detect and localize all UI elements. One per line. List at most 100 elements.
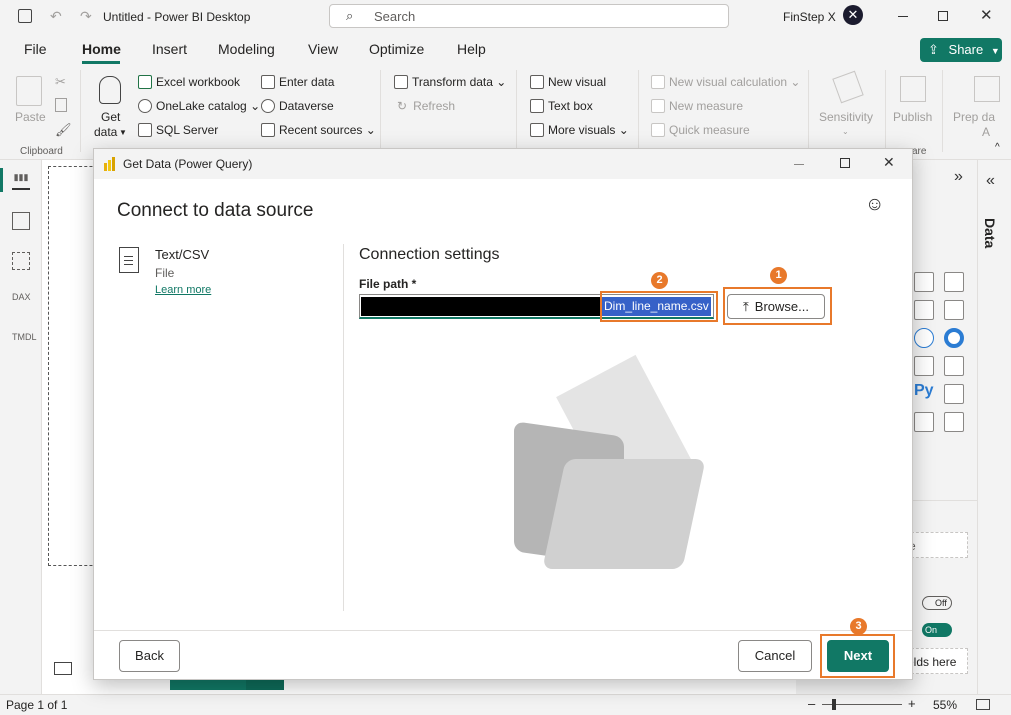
file-path-label: File path * [359,277,417,291]
get-data-dialog: Get Data (Power Query) ✕ Connect to data… [93,148,913,680]
tmdl-view-icon[interactable]: TMDL [12,332,37,350]
menu-file[interactable]: File [24,41,47,57]
quick-measure-button[interactable]: Quick measure [651,123,750,137]
sensitivity-button[interactable]: Sensitivity [819,110,873,124]
prep-data-button[interactable]: Prep da [953,110,995,124]
expand-data-pane-icon[interactable]: « [986,172,995,190]
new-visual-calculation-button[interactable]: New visual calculation ⌄ [651,75,800,89]
collapse-pane-icon[interactable]: » [954,168,963,186]
power-bi-logo-icon [104,157,116,171]
enter-data-button[interactable]: Enter data [261,75,334,89]
dataverse-button[interactable]: Dataverse [261,99,334,113]
share-group-label: are [912,146,927,157]
line-chart-icon[interactable] [914,300,934,320]
python-visual-icon[interactable]: Py [914,382,934,400]
folder-illustration [514,349,724,569]
menu-bar: File Home Insert Modeling View Optimize … [0,34,1011,64]
paste-button[interactable]: Paste [15,110,46,124]
drill-through-text: elds here [907,655,957,669]
zoom-slider-thumb[interactable] [832,699,836,710]
transform-data-button[interactable]: Transform data ⌄ [394,75,506,89]
cut-icon[interactable]: ✂ [55,74,66,90]
back-button[interactable]: Back [119,640,180,672]
user-avatar[interactable]: ✕ [843,5,863,25]
pane-section-divider [906,500,977,501]
undo-icon[interactable]: ↶ [50,8,62,25]
learn-more-link[interactable]: Learn more [155,284,211,296]
donut-chart-icon[interactable] [944,328,964,348]
new-visual-button[interactable]: New visual [530,75,606,89]
recent-sources-icon [261,123,275,137]
desktop-view-icon[interactable] [54,662,72,675]
ribbon-separator [80,70,81,152]
minimize-icon[interactable] [898,16,908,17]
recent-sources-button[interactable]: Recent sources ⌄ [261,123,376,137]
dialog-close-icon[interactable]: ✕ [883,154,895,171]
get-data-label-1[interactable]: Get [101,110,120,124]
menu-modeling[interactable]: Modeling [218,41,275,57]
view-rail: ▮▮▮ DAX TMDL [0,160,42,694]
filter-visual-icon[interactable] [914,412,934,432]
feedback-smiley-icon[interactable]: ☺ [865,194,884,216]
dialog-maximize-icon[interactable] [840,158,850,168]
zoom-slider[interactable] [822,699,902,710]
new-measure-button[interactable]: New measure [651,99,743,113]
text-box-icon [530,99,544,113]
redacted-path [361,297,601,316]
refresh-button[interactable]: ↻ Refresh [397,99,455,113]
cancel-button[interactable]: Cancel [738,640,812,672]
menu-optimize[interactable]: Optimize [369,41,424,57]
report-view-icon[interactable]: ▮▮▮ [12,172,30,190]
share-icon: ⇪ [928,42,939,57]
dax-query-view-icon[interactable]: DAX [12,292,31,310]
toggle-off[interactable]: Off [922,596,952,610]
field-drop-zone[interactable]: e [906,532,968,558]
toggle-on[interactable]: On [922,623,952,637]
sql-server-button[interactable]: SQL Server [138,123,218,137]
measure-icon [651,99,665,113]
calculation-icon [651,75,665,89]
publish-icon [900,76,926,102]
stacked-bar-chart-icon[interactable] [914,272,934,292]
pie-chart-icon[interactable] [914,328,934,348]
more-visuals-button[interactable]: More visuals ⌄ [530,123,629,137]
column-chart-icon[interactable] [944,272,964,292]
get-data-label-2[interactable]: data [94,125,117,139]
prep-data-button-line2: A [982,125,991,139]
share-button[interactable]: ⇪ Share ▼ [920,38,1002,62]
card-icon[interactable] [914,356,934,376]
menu-view[interactable]: View [308,41,338,57]
table-icon [261,75,275,89]
collapse-ribbon-icon[interactable]: ^ [995,142,1000,153]
copy-icon[interactable] [55,98,67,112]
image-visual-icon[interactable] [944,412,964,432]
area-chart-icon[interactable] [944,300,964,320]
redo-icon[interactable]: ↷ [80,8,92,25]
model-view-icon[interactable] [12,252,30,270]
fit-to-page-icon[interactable] [976,699,990,710]
maximize-icon[interactable] [938,11,948,21]
key-influencers-icon[interactable] [944,384,964,404]
menu-insert[interactable]: Insert [152,41,187,57]
dialog-heading: Connect to data source [117,200,314,221]
ribbon-separator [808,70,809,152]
onelake-catalog-button[interactable]: OneLake catalog ⌄ [138,99,260,113]
close-icon[interactable]: ✕ [980,6,993,24]
new-visual-icon [530,75,544,89]
ribbon-separator [942,70,943,152]
zoom-out-icon[interactable]: – [808,696,815,711]
zoom-in-icon[interactable]: + [908,696,916,711]
menu-help[interactable]: Help [457,41,486,57]
format-painter-icon[interactable]: 🖌 [55,122,72,138]
kpi-icon[interactable] [944,356,964,376]
excel-workbook-button[interactable]: Excel workbook [138,75,240,89]
menu-home[interactable]: Home [82,41,121,57]
dialog-minimize-icon[interactable] [794,164,804,165]
save-icon[interactable] [18,9,32,23]
search-box[interactable]: ⌕ Search [329,4,729,28]
table-view-icon[interactable] [12,212,30,230]
drill-through-drop-zone[interactable]: elds here [906,648,968,674]
data-pane-label[interactable]: Data [982,218,998,248]
publish-button[interactable]: Publish [893,110,932,124]
text-box-button[interactable]: Text box [530,99,593,113]
